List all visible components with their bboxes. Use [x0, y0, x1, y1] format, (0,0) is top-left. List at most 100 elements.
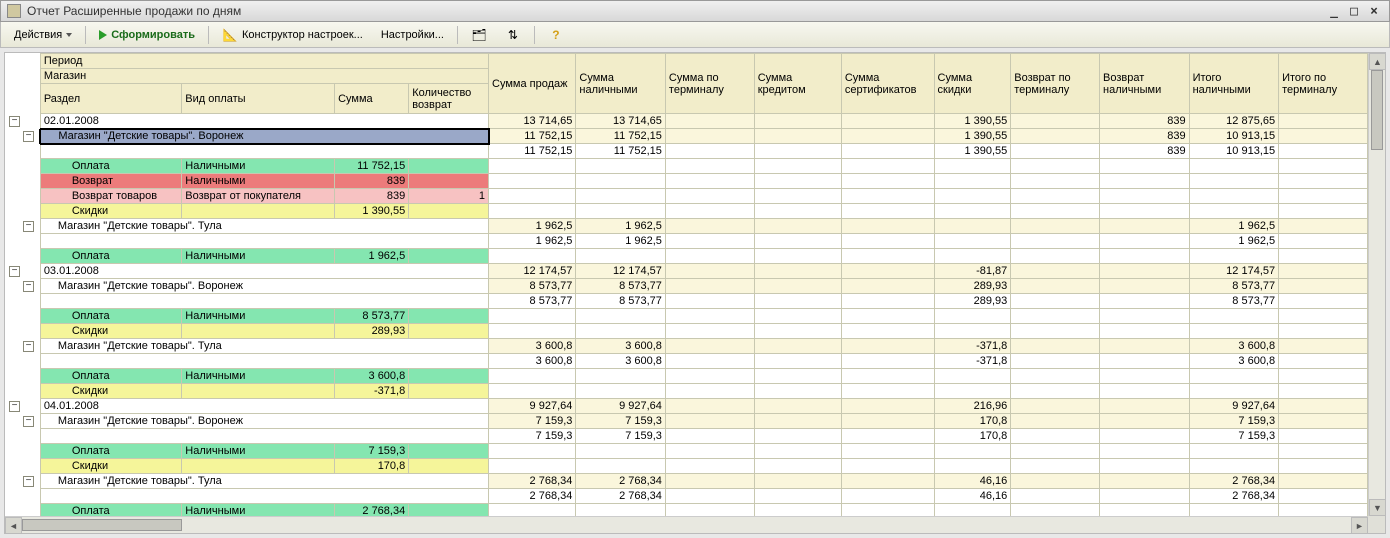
window-title: Отчет Расширенные продажи по дням — [27, 4, 1325, 18]
table-row[interactable]: 11 752,1511 752,151 390,5583910 913,15 — [5, 144, 1368, 159]
cell — [1279, 309, 1368, 324]
table-row[interactable]: 8 573,778 573,77289,938 573,77 — [5, 294, 1368, 309]
cell: -371,8 — [335, 384, 409, 399]
table-row[interactable]: −Магазин "Детские товары". Тула2 768,342… — [5, 474, 1368, 489]
cell — [934, 324, 1011, 339]
table-row[interactable]: 2 768,342 768,3446,162 768,34 — [5, 489, 1368, 504]
table-row[interactable]: ОплатаНаличными7 159,3 — [5, 444, 1368, 459]
table-row[interactable]: ВозвратНаличными839 — [5, 174, 1368, 189]
table-row[interactable]: ОплатаНаличными1 962,5 — [5, 249, 1368, 264]
cell — [934, 369, 1011, 384]
tool-icon-2[interactable]: ⇅ — [498, 25, 528, 45]
table-row[interactable]: −Магазин "Детские товары". Тула3 600,83 … — [5, 339, 1368, 354]
settings-label: Настройки... — [381, 29, 444, 41]
separator — [85, 26, 86, 44]
collapse-icon[interactable]: − — [23, 221, 34, 232]
collapse-icon[interactable]: − — [9, 116, 20, 127]
template-icon: 🗂 — [471, 27, 487, 43]
cell: 170,8 — [934, 414, 1011, 429]
table-row[interactable]: −03.01.200812 174,5712 174,57-81,8712 17… — [5, 264, 1368, 279]
scroll-thumb[interactable] — [22, 519, 182, 531]
cell — [1189, 159, 1279, 174]
table-row[interactable]: Скидки170,8 — [5, 459, 1368, 474]
cell: Наличными — [182, 249, 335, 264]
table-row[interactable]: ОплатаНаличными11 752,15 — [5, 159, 1368, 174]
help-button[interactable]: ? — [541, 25, 571, 45]
minimize-button[interactable]: _ — [1325, 3, 1343, 19]
table-row[interactable]: −Магазин "Детские товары". Воронеж11 752… — [5, 129, 1368, 144]
scroll-left-icon[interactable]: ◄ — [5, 517, 22, 534]
cell — [1279, 504, 1368, 517]
cell — [1100, 264, 1190, 279]
table-row[interactable]: 1 962,51 962,51 962,5 — [5, 234, 1368, 249]
cell: 2 768,34 — [576, 474, 666, 489]
table-row[interactable]: −04.01.20089 927,649 927,64216,969 927,6… — [5, 399, 1368, 414]
maximize-button[interactable]: □ — [1345, 3, 1363, 19]
cell — [754, 339, 841, 354]
run-button[interactable]: Сформировать — [92, 25, 202, 45]
collapse-icon[interactable]: − — [23, 131, 34, 142]
collapse-icon[interactable]: − — [23, 476, 34, 487]
close-button[interactable]: × — [1365, 3, 1383, 19]
table-row[interactable]: Возврат товаровВозврат от покупателя8391 — [5, 189, 1368, 204]
cell — [665, 399, 754, 414]
collapse-icon[interactable]: − — [9, 266, 20, 277]
scroll-up-icon[interactable]: ▲ — [1369, 53, 1386, 70]
table-row[interactable]: −Магазин "Детские товары". Воронеж7 159,… — [5, 414, 1368, 429]
cell — [1100, 309, 1190, 324]
cell — [1100, 279, 1190, 294]
cell — [1279, 234, 1368, 249]
cell — [576, 459, 666, 474]
cell — [1100, 249, 1190, 264]
cell — [1189, 309, 1279, 324]
table-row[interactable]: ОплатаНаличными3 600,8 — [5, 369, 1368, 384]
table-row[interactable]: ОплатаНаличными2 768,34 — [5, 504, 1368, 517]
scrollbar-vertical[interactable]: ▲ ▼ — [1368, 53, 1385, 516]
cell: 8 573,77 — [576, 294, 666, 309]
cell — [409, 204, 489, 219]
cell: Возврат от покупателя — [182, 189, 335, 204]
cell — [665, 324, 754, 339]
cell: 3 600,8 — [576, 339, 666, 354]
row-label: Магазин "Детские товары". Тула — [40, 474, 488, 489]
table-row[interactable]: −Магазин "Детские товары". Воронеж8 573,… — [5, 279, 1368, 294]
tool-icon-1[interactable]: 🗂 — [464, 25, 494, 45]
collapse-icon[interactable]: − — [23, 341, 34, 352]
cell — [576, 369, 666, 384]
cell — [934, 249, 1011, 264]
cell: 1 962,5 — [489, 234, 576, 249]
scrollbar-horizontal[interactable]: ◄ ► — [5, 516, 1368, 533]
settings-builder-button[interactable]: 📐 Конструктор настроек... — [215, 25, 370, 45]
cell — [754, 294, 841, 309]
table-row[interactable]: 3 600,83 600,8-371,83 600,8 — [5, 354, 1368, 369]
collapse-icon[interactable]: − — [23, 281, 34, 292]
cell: 7 159,3 — [335, 444, 409, 459]
collapse-icon[interactable]: − — [23, 416, 34, 427]
cell — [1279, 189, 1368, 204]
table-row[interactable]: −Магазин "Детские товары". Тула1 962,51 … — [5, 219, 1368, 234]
table-row[interactable]: 7 159,37 159,3170,87 159,3 — [5, 429, 1368, 444]
table-row[interactable]: Скидки-371,8 — [5, 384, 1368, 399]
cell — [665, 129, 754, 144]
scroll-down-icon[interactable]: ▼ — [1369, 499, 1386, 516]
report-grid[interactable]: Период Сумма продаж Сумма наличными Сумм… — [5, 53, 1368, 516]
cell — [1011, 279, 1100, 294]
table-row[interactable]: Скидки1 390,55 — [5, 204, 1368, 219]
actions-menu[interactable]: Действия — [7, 25, 79, 45]
cell: 2 768,34 — [576, 489, 666, 504]
cell — [934, 159, 1011, 174]
cell — [841, 444, 934, 459]
collapse-icon[interactable]: − — [9, 401, 20, 412]
settings-button[interactable]: Настройки... — [374, 25, 451, 45]
cell — [1100, 339, 1190, 354]
cell: 7 159,3 — [489, 414, 576, 429]
table-row[interactable]: −02.01.200813 714,6513 714,651 390,55839… — [5, 114, 1368, 129]
scroll-right-icon[interactable]: ► — [1351, 517, 1368, 534]
scroll-thumb[interactable] — [1371, 70, 1383, 150]
cell — [665, 279, 754, 294]
table-row[interactable]: Скидки289,93 — [5, 324, 1368, 339]
cell — [1011, 234, 1100, 249]
table-row[interactable]: ОплатаНаличными8 573,77 — [5, 309, 1368, 324]
row-label: Магазин "Детские товары". Тула — [40, 219, 488, 234]
cell: 9 927,64 — [489, 399, 576, 414]
